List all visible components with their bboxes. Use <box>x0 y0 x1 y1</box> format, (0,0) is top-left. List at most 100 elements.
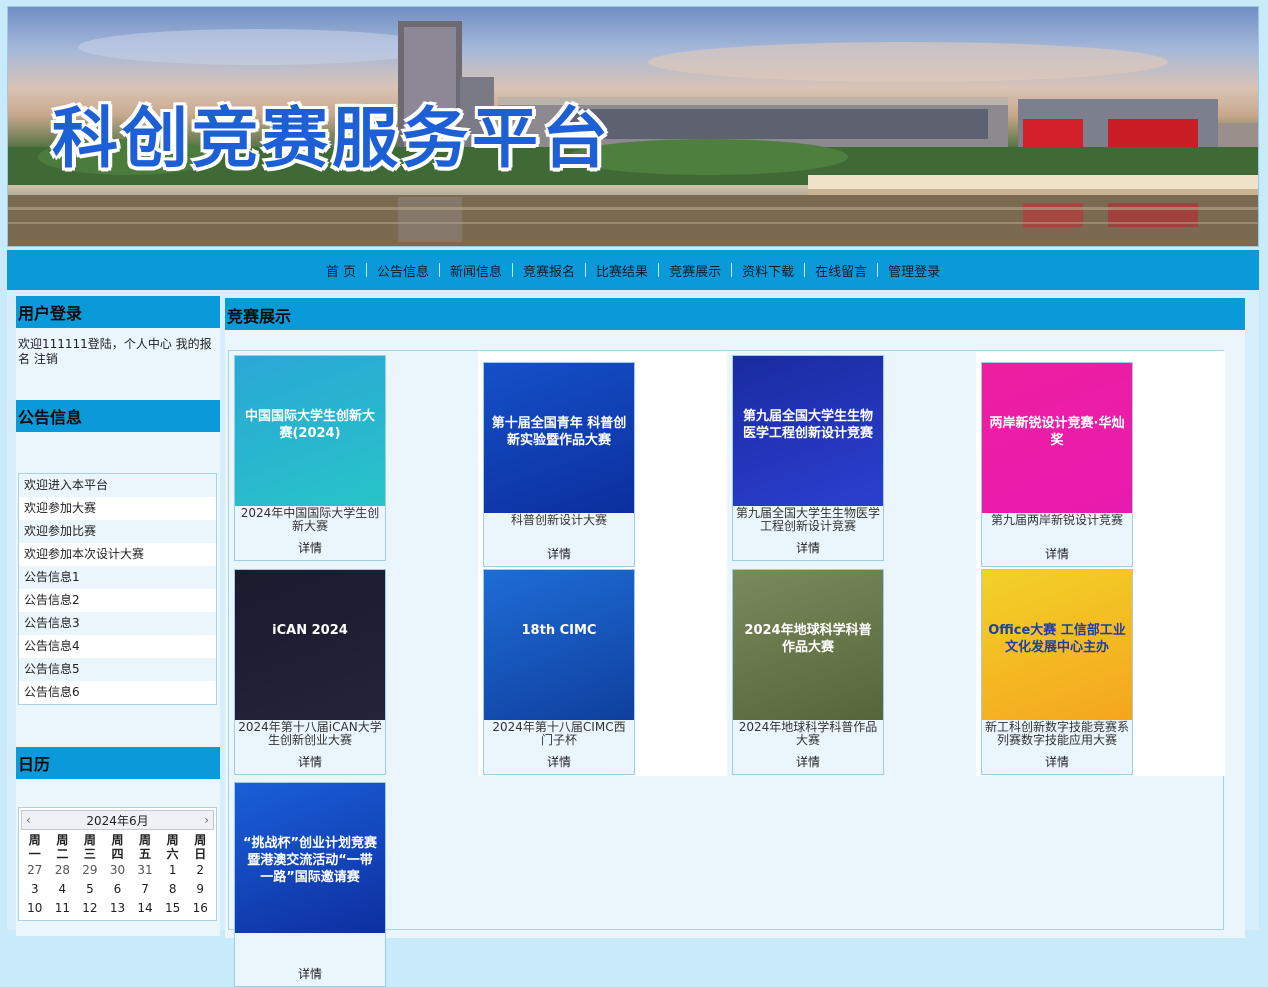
competition-card[interactable]: 2024年地球科学科普作品大赛 2024年地球科学科普作品大赛 详情 <box>732 569 884 775</box>
calendar-day[interactable]: 14 <box>131 899 159 918</box>
logout-link[interactable]: 注销 <box>34 352 58 366</box>
competition-title[interactable] <box>235 933 385 959</box>
competition-poster[interactable]: 两岸新锐设计竞赛·华灿奖 <box>982 363 1132 513</box>
calendar-day[interactable]: 4 <box>49 880 77 899</box>
competition-poster[interactable]: 第十届全国青年 科普创新实验暨作品大赛 <box>484 363 634 513</box>
calendar-day[interactable]: 15 <box>159 899 187 918</box>
notice-item[interactable]: 欢迎参加比赛 <box>19 520 216 543</box>
detail-link[interactable]: 详情 <box>484 539 634 566</box>
page-title: 竞赛展示 <box>225 298 1245 330</box>
calendar-day[interactable]: 9 <box>186 880 214 899</box>
competition-card[interactable]: iCAN 2024 2024年第十八届iCAN大学生创新创业大赛 详情 <box>234 569 386 775</box>
competition-title[interactable]: 第九届两岸新锐设计竞赛 <box>982 513 1132 539</box>
nav-downloads[interactable]: 资料下载 <box>732 261 804 280</box>
competition-card[interactable]: 中国国际大学生创新大赛(2024) 2024年中国国际大学生创新大赛 详情 <box>234 355 386 561</box>
notice-item[interactable]: 公告信息4 <box>19 635 216 658</box>
calendar-day[interactable]: 2 <box>186 861 214 880</box>
calendar-day[interactable]: 6 <box>104 880 132 899</box>
notice-item[interactable]: 公告信息1 <box>19 566 216 589</box>
detail-link[interactable]: 详情 <box>235 747 385 774</box>
header-banner: 科创竞赛服务平台 <box>7 6 1259 247</box>
competition-poster[interactable]: 2024年地球科学科普作品大赛 <box>733 570 883 720</box>
competition-poster[interactable]: iCAN 2024 <box>235 570 385 720</box>
calendar-month: 2024年6月 <box>86 813 149 828</box>
calendar-day[interactable]: 10 <box>21 899 49 918</box>
calendar-day[interactable]: 8 <box>159 880 187 899</box>
calendar-day[interactable]: 30 <box>104 861 132 880</box>
competition-title[interactable]: 2024年第十八届iCAN大学生创新创业大赛 <box>235 720 385 747</box>
calendar-day[interactable]: 27 <box>21 861 49 880</box>
nav-news[interactable]: 新闻信息 <box>440 261 512 280</box>
calendar-day[interactable]: 16 <box>186 899 214 918</box>
weekday-label: 周四 <box>111 833 124 861</box>
calendar-day[interactable]: 28 <box>49 861 77 880</box>
competition-title[interactable]: 2024年地球科学科普作品大赛 <box>733 720 883 747</box>
competition-card[interactable]: 第九届全国大学生生物医学工程创新设计竞赛 第九届全国大学生生物医学工程创新设计竞赛… <box>732 355 884 561</box>
competition-title[interactable]: 新工科创新数字技能竞赛系列赛数字技能应用大赛 <box>982 720 1132 747</box>
detail-link[interactable]: 详情 <box>235 959 385 986</box>
competition-poster[interactable]: “挑战杯”创业计划竞赛 暨港澳交流活动“一带一路”国际邀请赛 <box>235 783 385 933</box>
competition-title[interactable]: 2024年中国国际大学生创新大赛 <box>235 506 385 533</box>
calendar-day[interactable]: 12 <box>76 899 104 918</box>
poster-caption: 2024年地球科学科普作品大赛 <box>744 623 872 655</box>
poster-caption: 18th CIMC <box>521 623 597 638</box>
nav-home[interactable]: 首 页 <box>316 261 366 280</box>
nav-messages[interactable]: 在线留言 <box>805 261 877 280</box>
competition-card[interactable]: Office大赛 工信部工业文化发展中心主办 新工科创新数字技能竞赛系列赛数字技能… <box>981 569 1133 775</box>
login-status: 欢迎111111登陆，个人中心 我的报名 注销 <box>16 328 220 400</box>
calendar-day[interactable]: 31 <box>131 861 159 880</box>
login-heading: 用户登录 <box>16 296 220 328</box>
competition-title[interactable]: 科普创新设计大赛 <box>484 513 634 539</box>
notice-item[interactable]: 公告信息2 <box>19 589 216 612</box>
calendar-day[interactable]: 5 <box>76 880 104 899</box>
calendar-day[interactable]: 7 <box>131 880 159 899</box>
competition-card[interactable]: 第十届全国青年 科普创新实验暨作品大赛科普创新设计大赛 详情 <box>483 362 635 567</box>
calendar-heading: 日历 <box>16 747 220 779</box>
nav-registration[interactable]: 竞赛报名 <box>513 261 585 280</box>
user-center-link[interactable]: 个人中心 <box>124 337 172 351</box>
notice-item[interactable]: 欢迎进入本平台 <box>19 474 216 497</box>
poster-caption: 第十届全国青年 科普创新实验暨作品大赛 <box>491 416 627 448</box>
competition-card[interactable]: 两岸新锐设计竞赛·华灿奖 第九届两岸新锐设计竞赛 详情 <box>981 362 1133 567</box>
poster-caption: 第九届全国大学生生物医学工程创新设计竞赛 <box>742 409 873 441</box>
competition-title[interactable]: 2024年第十八届CIMC西门子杯 <box>484 720 634 747</box>
competition-grid: 中国国际大学生创新大赛(2024) 2024年中国国际大学生创新大赛 详情 第十届全国… <box>228 350 1225 987</box>
notice-item[interactable]: 公告信息3 <box>19 612 216 635</box>
calendar-day[interactable]: 13 <box>104 899 132 918</box>
calendar-header: ‹ 2024年6月 › <box>21 810 214 830</box>
detail-link[interactable]: 详情 <box>484 747 634 774</box>
competition-title[interactable]: 第九届全国大学生生物医学工程创新设计竞赛 <box>733 506 883 533</box>
competition-poster[interactable]: 第九届全国大学生生物医学工程创新设计竞赛 <box>733 356 883 506</box>
detail-link[interactable]: 详情 <box>235 533 385 560</box>
competition-poster[interactable]: Office大赛 工信部工业文化发展中心主办 <box>982 570 1132 720</box>
competition-poster[interactable]: 中国国际大学生创新大赛(2024) <box>235 356 385 506</box>
competition-card[interactable]: 18th CIMC 2024年第十八届CIMC西门子杯 详情 <box>483 569 635 775</box>
nav-notices[interactable]: 公告信息 <box>367 261 439 280</box>
sidebar: 用户登录 欢迎111111登陆，个人中心 我的报名 注销 公告信息 欢迎进入本平… <box>16 296 220 936</box>
nav-showcase[interactable]: 竞赛展示 <box>659 261 731 280</box>
notice-item[interactable]: 欢迎参加大赛 <box>19 497 216 520</box>
detail-link[interactable]: 详情 <box>733 533 883 560</box>
detail-link[interactable]: 详情 <box>733 747 883 774</box>
competition-poster[interactable]: 18th CIMC <box>484 570 634 720</box>
competition-card[interactable]: “挑战杯”创业计划竞赛 暨港澳交流活动“一带一路”国际邀请赛详情 <box>234 782 386 987</box>
calendar-day[interactable]: 1 <box>159 861 187 880</box>
notices-heading: 公告信息 <box>16 400 220 432</box>
notice-item[interactable]: 公告信息6 <box>19 681 216 704</box>
nav-admin-login[interactable]: 管理登录 <box>878 261 950 280</box>
welcome-text: 欢迎111111登陆， <box>18 337 124 351</box>
notice-item[interactable]: 公告信息5 <box>19 658 216 681</box>
next-month-icon[interactable]: › <box>204 813 209 827</box>
weekday-label: 周六 <box>166 833 179 861</box>
calendar-day[interactable]: 29 <box>76 861 104 880</box>
nav-results[interactable]: 比赛结果 <box>586 261 658 280</box>
content-frame: 用户登录 欢迎111111登陆，个人中心 我的报名 注销 公告信息 欢迎进入本平… <box>7 290 1259 987</box>
weekday-label: 周日 <box>194 833 207 861</box>
calendar-day[interactable]: 3 <box>21 880 49 899</box>
detail-link[interactable]: 详情 <box>982 539 1132 566</box>
prev-month-icon[interactable]: ‹ <box>26 813 31 827</box>
detail-link[interactable]: 详情 <box>982 747 1132 774</box>
notice-item[interactable]: 欢迎参加本次设计大赛 <box>19 543 216 566</box>
calendar-day[interactable]: 11 <box>49 899 77 918</box>
weekday-label: 周三 <box>83 833 96 861</box>
